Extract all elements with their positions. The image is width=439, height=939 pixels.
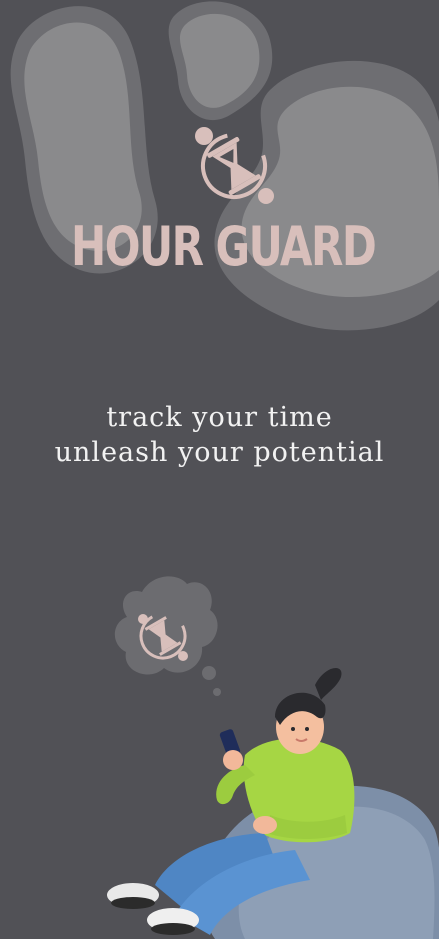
splash-screen: HOUR GUARD track your time unleash your …: [0, 0, 439, 939]
tagline-line-2: unleash your potential: [54, 437, 385, 468]
app-title: HOUR GUARD: [71, 215, 377, 278]
hourglass-orbit-icon: [195, 127, 274, 204]
tagline: track your time unleash your potential: [0, 400, 439, 470]
person-on-beanbag-illustration: [107, 667, 439, 939]
tagline-line-1: track your time: [106, 402, 333, 433]
